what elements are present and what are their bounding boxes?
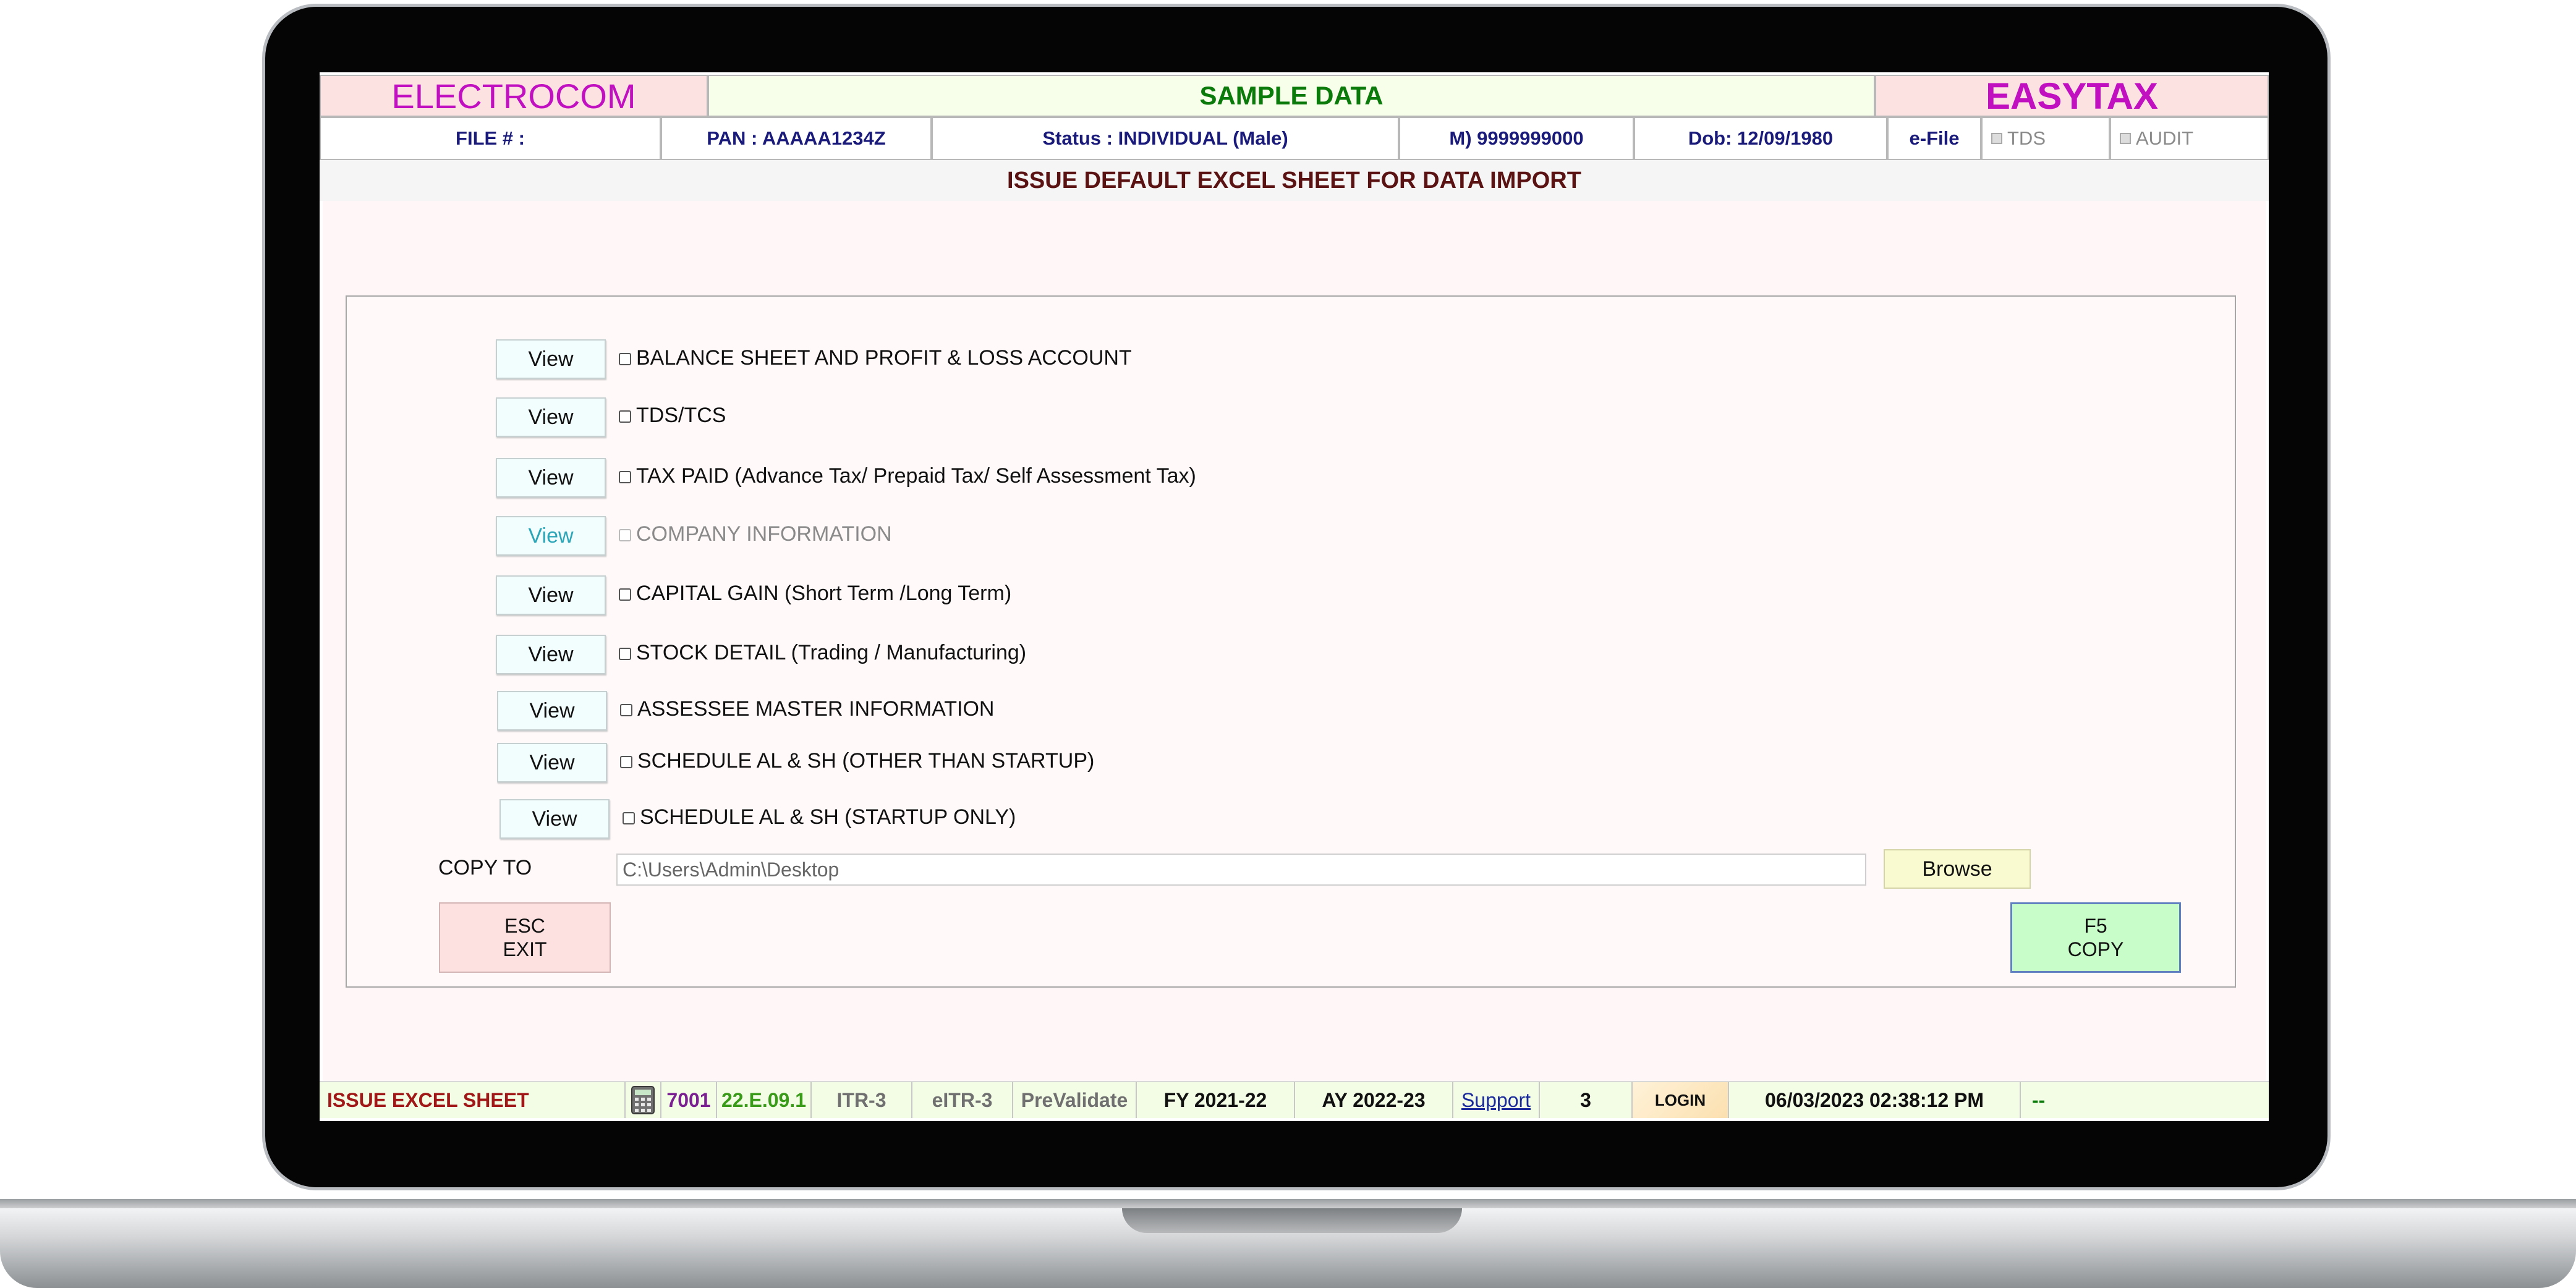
status-code: 7001 bbox=[661, 1082, 717, 1118]
assessee-master-checkbox[interactable] bbox=[620, 704, 632, 716]
view-tax-paid-button[interactable]: View bbox=[496, 458, 606, 498]
status-bar: ISSUE EXCEL SHEET 7001 22.E.09.1 ITR-3 e… bbox=[320, 1081, 2269, 1118]
exit-button[interactable]: ESC EXIT bbox=[439, 902, 611, 973]
stock-detail-checkbox[interactable] bbox=[619, 648, 631, 660]
login-button[interactable]: LOGIN bbox=[1633, 1082, 1729, 1118]
capital-gain-checkbox[interactable] bbox=[619, 588, 631, 601]
company-information-label: COMPANY INFORMATION bbox=[636, 522, 892, 546]
status-screen-name: ISSUE EXCEL SHEET bbox=[320, 1082, 626, 1118]
status-ay: AY 2022-23 bbox=[1295, 1082, 1453, 1118]
assessee-master-label: ASSESSEE MASTER INFORMATION bbox=[637, 697, 995, 721]
copy-label: COPY bbox=[2067, 938, 2124, 960]
status-version: 22.E.09.1 bbox=[717, 1082, 812, 1118]
view-capital-gain-button[interactable]: View bbox=[496, 575, 606, 615]
view-schedule-al-sh-startup-button[interactable]: View bbox=[499, 799, 610, 839]
tds-checkbox[interactable] bbox=[1991, 133, 2002, 144]
schedule-al-sh-checkbox[interactable] bbox=[620, 756, 632, 768]
copy-key-label: F5 bbox=[2084, 915, 2107, 937]
support-link[interactable]: Support bbox=[1453, 1082, 1540, 1118]
tax-paid-checkbox[interactable] bbox=[619, 471, 631, 483]
view-balance-sheet-button[interactable]: View bbox=[496, 339, 606, 379]
brand-electrocom: ELECTROCOM bbox=[320, 75, 708, 117]
balance-sheet-checkbox[interactable] bbox=[619, 353, 631, 365]
mobile-number: M) 9999999000 bbox=[1399, 117, 1634, 160]
exit-key-label: ESC bbox=[504, 915, 545, 937]
schedule-al-sh-startup-label: SCHEDULE AL & SH (STARTUP ONLY) bbox=[640, 805, 1016, 829]
audit-checkbox[interactable] bbox=[2120, 133, 2131, 144]
view-tds-tcs-button[interactable]: View bbox=[496, 397, 606, 437]
audit-label: AUDIT bbox=[2136, 127, 2193, 149]
app-screen: ELECTROCOM SAMPLE DATA EASYTAX FILE # : … bbox=[320, 72, 2269, 1121]
pan-number: PAN : AAAAA1234Z bbox=[661, 117, 932, 160]
balance-sheet-label: BALANCE SHEET AND PROFIT & LOSS ACCOUNT bbox=[636, 346, 1132, 370]
status-extra: -- bbox=[2032, 1088, 2046, 1111]
copy-to-path-input[interactable] bbox=[616, 854, 1866, 886]
capital-gain-label: CAPITAL GAIN (Short Term /Long Term) bbox=[636, 582, 1012, 605]
status-prevalidate[interactable]: PreValidate bbox=[1013, 1082, 1137, 1118]
assessee-status: Status : INDIVIDUAL (Male) bbox=[932, 117, 1399, 160]
browse-button[interactable]: Browse bbox=[1884, 849, 2031, 889]
tax-paid-label: TAX PAID (Advance Tax/ Prepaid Tax/ Self… bbox=[636, 464, 1196, 488]
tds-label: TDS bbox=[2007, 127, 2046, 149]
laptop-notch bbox=[1122, 1208, 1462, 1233]
status-fy: FY 2021-22 bbox=[1137, 1082, 1295, 1118]
audit-toggle[interactable]: AUDIT bbox=[2110, 117, 2269, 160]
view-schedule-al-sh-button[interactable]: View bbox=[497, 743, 607, 782]
stock-detail-label: STOCK DETAIL (Trading / Manufacturing) bbox=[636, 641, 1027, 664]
schedule-al-sh-label: SCHEDULE AL & SH (OTHER THAN STARTUP) bbox=[637, 749, 1095, 773]
copy-button[interactable]: F5 COPY bbox=[2010, 902, 2181, 973]
exit-label: EXIT bbox=[503, 938, 547, 960]
status-datetime: 06/03/2023 02:38:12 PM bbox=[1729, 1082, 2021, 1118]
copy-to-label: COPY TO bbox=[438, 856, 532, 879]
schedule-al-sh-startup-checkbox[interactable] bbox=[623, 812, 635, 824]
brand-easytax: EASYTAX bbox=[1875, 75, 2269, 117]
tds-toggle[interactable]: TDS bbox=[1981, 117, 2110, 160]
date-of-birth: Dob: 12/09/1980 bbox=[1634, 117, 1887, 160]
tds-tcs-label: TDS/TCS bbox=[636, 404, 726, 427]
status-eitr: eITR-3 bbox=[912, 1082, 1013, 1118]
calculator-icon[interactable] bbox=[626, 1082, 661, 1118]
page-title: ISSUE DEFAULT EXCEL SHEET FOR DATA IMPOR… bbox=[320, 160, 2269, 201]
sample-data-banner: SAMPLE DATA bbox=[708, 75, 1875, 117]
tds-tcs-checkbox[interactable] bbox=[619, 410, 631, 423]
efile-label: e-File bbox=[1887, 117, 1981, 160]
company-information-checkbox[interactable] bbox=[619, 529, 631, 541]
status-itr: ITR-3 bbox=[812, 1082, 912, 1118]
view-assessee-master-button[interactable]: View bbox=[497, 691, 607, 731]
status-count: 3 bbox=[1540, 1082, 1633, 1118]
view-stock-detail-button[interactable]: View bbox=[496, 635, 606, 674]
view-company-information-button[interactable]: View bbox=[496, 516, 606, 556]
file-number: FILE # : bbox=[320, 117, 661, 160]
